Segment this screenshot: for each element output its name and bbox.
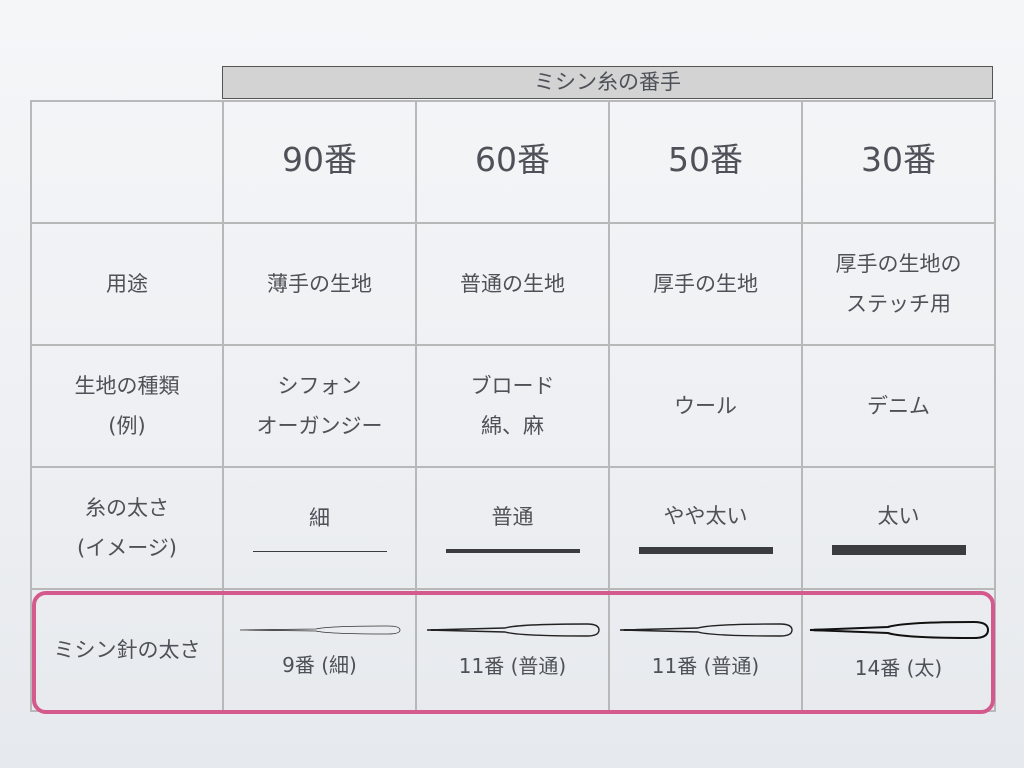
- row-label-needle: ミシン針の太さ: [30, 588, 224, 712]
- usage-cell: 厚手の生地の ステッチ用: [801, 222, 996, 346]
- thread-number-header: ミシン糸の番手: [222, 66, 993, 99]
- row-label-fabric: 生地の種類 (例): [30, 344, 224, 468]
- column-header-90: 90番: [222, 100, 417, 224]
- column-header-50: 50番: [608, 100, 803, 224]
- thickness-cell: 細: [222, 466, 417, 590]
- needle-cell: 14番 (太): [801, 588, 996, 712]
- column-header-30: 30番: [801, 100, 996, 224]
- usage-cell: 薄手の生地: [222, 222, 417, 346]
- needle-row: ミシン針の太さ 9番 (細) 11番 (普通) 11番 (普通) 14番 (太): [30, 588, 996, 712]
- fabric-cell: ブロード 綿、麻: [415, 344, 610, 468]
- usage-cell: 厚手の生地: [608, 222, 803, 346]
- fabric-cell: デニム: [801, 344, 996, 468]
- needle-cell: 9番 (細): [222, 588, 417, 712]
- thread-line: [638, 546, 773, 554]
- corner-cell: [30, 100, 224, 224]
- usage-cell: 普通の生地: [415, 222, 610, 346]
- thickness-row: 糸の太さ (イメージ) 細 普通 やや太い 太い: [30, 466, 996, 590]
- thread-line: [831, 544, 966, 555]
- needle-icon: [426, 623, 600, 637]
- column-header-60: 60番: [415, 100, 610, 224]
- thickness-cell: やや太い: [608, 466, 803, 590]
- row-label-thickness: 糸の太さ (イメージ): [30, 466, 224, 590]
- fabric-cell: ウール: [608, 344, 803, 468]
- thread-line: [252, 551, 387, 553]
- needle-cell: 11番 (普通): [608, 588, 803, 712]
- needle-icon: [809, 620, 989, 640]
- thickness-cell: 普通: [415, 466, 610, 590]
- usage-row: 用途 薄手の生地 普通の生地 厚手の生地 厚手の生地の ステッチ用: [30, 222, 996, 346]
- thread-line: [445, 549, 580, 553]
- fabric-row: 生地の種類 (例) シフォン オーガンジー ブロード 綿、麻 ウール デニム: [30, 344, 996, 468]
- thickness-cell: 太い: [801, 466, 996, 590]
- row-label-usage: 用途: [30, 222, 224, 346]
- needle-icon: [619, 623, 793, 637]
- fabric-cell: シフォン オーガンジー: [222, 344, 417, 468]
- header-row: 90番 60番 50番 30番: [30, 100, 996, 224]
- thread-comparison-table: 90番 60番 50番 30番 用途 薄手の生地 普通の生地 厚手の生地 厚手の…: [30, 100, 996, 712]
- needle-cell: 11番 (普通): [415, 588, 610, 712]
- needle-icon: [239, 625, 400, 635]
